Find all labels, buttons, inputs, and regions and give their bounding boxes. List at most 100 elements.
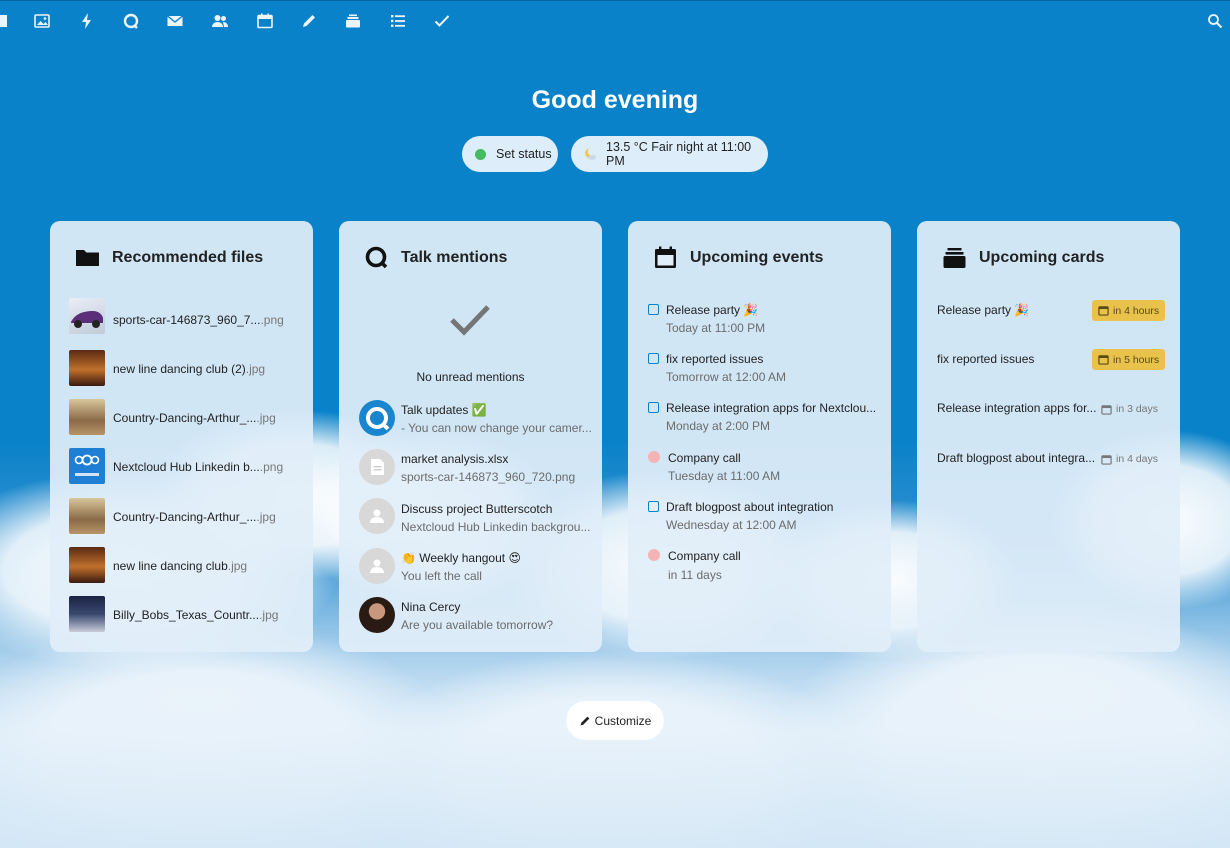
user-avatar [359,597,395,633]
mention-title[interactable]: Talk updates ✅ [401,403,487,417]
recommended-files-header: Recommended files [75,245,263,270]
mention-subtitle: Nextcloud Hub Linkedin backgrou... [401,520,591,534]
event-time: in 11 days [668,568,722,582]
calendar-icon [1098,355,1109,365]
group-conversation-avatar [359,498,395,534]
task-checkbox[interactable] [648,402,659,413]
file-thumbnail [69,350,105,386]
upcoming-events-panel [628,221,891,652]
folder-icon [76,250,99,266]
status-dot [475,148,486,160]
event-title[interactable]: fix reported issues [666,352,763,366]
mention-title[interactable]: market analysis.xlsx [401,452,508,466]
due-label: in 4 days [1101,453,1158,465]
mention-subtitle: sports-car-146873_960_720.png [401,470,576,484]
mention-title[interactable]: Discuss project Butterscotch [401,502,552,516]
dashboard-icon[interactable] [0,12,9,30]
deck-icon[interactable] [344,12,362,30]
no-mentions-text: No unread mentions [416,370,525,384]
checkmark-icon[interactable] [433,12,451,30]
event-time: Monday at 2:00 PM [666,419,771,433]
due-label: in 3 days [1101,403,1158,415]
notes-icon[interactable] [300,12,318,30]
file-thumbnail [69,498,105,534]
card-title[interactable]: Draft blogpost about integra... [937,451,1095,465]
card-title[interactable]: fix reported issues [937,352,1034,366]
card-title[interactable]: Release party 🎉 [937,303,1029,317]
mention-subtitle: - You can now change your camer... [401,421,592,435]
file-row[interactable]: Country-Dancing-Arthur_....jpg [113,510,276,524]
event-title[interactable]: Draft blogpost about integration [666,500,833,514]
moon-cloud-icon [583,147,597,161]
file-thumbnail [69,298,105,334]
mail-icon[interactable] [166,12,184,30]
talk-mentions-header: Talk mentions [364,245,507,270]
file-thumbnail [69,547,105,583]
file-row[interactable]: Billy_Bobs_Texas_Countr....jpg [113,608,278,622]
mention-title[interactable]: Nina Cercy [401,600,460,614]
weather-label: 13.5 °C Fair night at 11:00 PM [606,140,752,168]
file-thumbnail [69,399,105,435]
due-badge: in 4 hours [1092,300,1166,321]
talk-updates-avatar [359,400,395,436]
mention-subtitle: Are you available tomorrow? [401,618,554,632]
calendar-icon [1101,454,1112,465]
talk-mentions-panel [339,221,602,652]
file-row[interactable]: sports-car-146873_960_7....png [113,313,284,327]
talk-icon[interactable] [122,12,140,30]
calendar-icon [1098,306,1109,316]
calendar-icon [655,246,676,268]
recommended-files-panel [50,221,313,652]
upcoming-events-header: Upcoming events [653,245,823,270]
event-time: Tuesday at 11:00 AM [668,469,781,483]
mention-title[interactable]: 👏 Weekly hangout 😍 [401,551,521,565]
task-checkbox[interactable] [648,353,659,364]
event-dot [648,451,660,463]
talk-icon [365,246,388,269]
checkmark-icon [449,303,491,337]
group-conversation-avatar [359,548,395,584]
file-row[interactable]: Nextcloud Hub Linkedin b....png [113,460,283,474]
contacts-icon[interactable] [211,12,229,30]
calendar-icon [1101,404,1112,415]
recommended-files-title: Recommended files [112,248,264,266]
mention-subtitle: You left the call [401,569,482,583]
upcoming-cards-header: Upcoming cards [942,245,1104,270]
event-title[interactable]: Company call [668,451,741,465]
talk-mentions-title: Talk mentions [401,248,508,266]
card-title[interactable]: Release integration apps for... [937,401,1096,415]
file-thumbnail [69,596,105,632]
upcoming-cards-title: Upcoming cards [979,248,1105,266]
event-dot [648,549,660,561]
set-status-label: Set status [496,147,552,161]
activity-icon[interactable] [78,12,96,30]
event-title[interactable]: Release integration apps for Nextclou... [666,401,876,415]
due-badge: in 5 hours [1092,349,1166,370]
deck-icon [943,248,966,268]
upcoming-events-title: Upcoming events [690,248,824,266]
task-checkbox[interactable] [648,501,659,512]
task-checkbox[interactable] [648,304,659,315]
file-row[interactable]: new line dancing club.jpg [113,559,247,573]
search-icon[interactable] [1206,12,1224,30]
set-status-button[interactable]: Set status [462,136,558,172]
event-title[interactable]: Release party 🎉 [666,303,758,317]
pencil-icon [579,715,591,727]
event-time: Tomorrow at 12:00 AM [666,370,787,384]
event-title[interactable]: Company call [668,549,741,563]
customize-label: Customize [594,713,652,728]
file-row[interactable]: new line dancing club (2).jpg [113,362,265,376]
calendar-icon[interactable] [256,12,274,30]
tasks-icon[interactable] [389,12,407,30]
file-conversation-avatar [359,449,395,485]
event-time: Today at 11:00 PM [666,321,766,335]
photos-icon[interactable] [33,12,51,30]
file-row[interactable]: Country-Dancing-Arthur_....jpg [113,411,276,425]
upcoming-cards-panel [917,221,1180,652]
file-thumbnail [69,448,105,484]
customize-button[interactable]: Customize [566,701,664,740]
top-navigation-bar [0,0,1230,40]
weather-status-button[interactable]: 13.5 °C Fair night at 11:00 PM [571,136,768,172]
event-time: Wednesday at 12:00 AM [666,518,797,532]
greeting-title: Good evening [531,86,699,114]
